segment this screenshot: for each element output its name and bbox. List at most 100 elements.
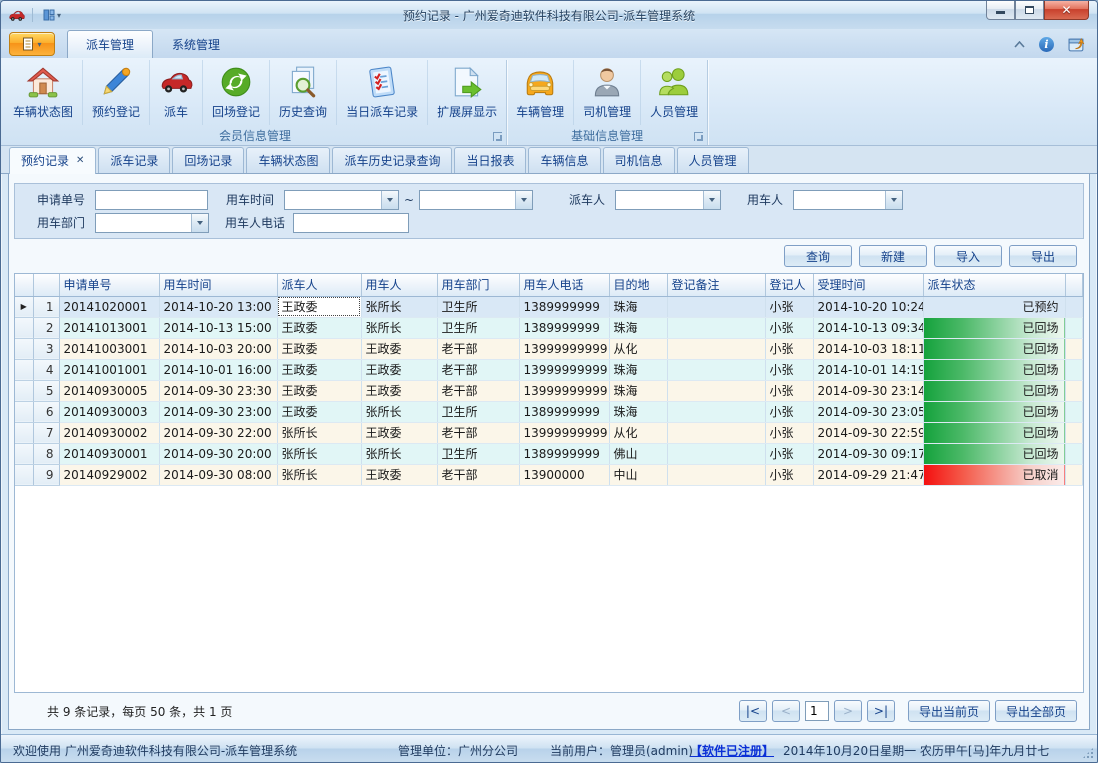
cell-destination[interactable]: 珠海: [609, 359, 667, 380]
col-header-use-time[interactable]: 用车时间: [159, 274, 277, 296]
cell-accept-time[interactable]: 2014-09-30 22:59: [813, 422, 923, 443]
col-header-registrar[interactable]: 登记人: [765, 274, 813, 296]
cell-dept[interactable]: 老干部: [437, 464, 519, 485]
cell-dept[interactable]: 卫生所: [437, 401, 519, 422]
row-indicator-cell[interactable]: [15, 359, 33, 380]
cell-dispatcher[interactable]: 张所长: [277, 443, 361, 464]
ribbon-button[interactable]: 回场登记: [203, 60, 270, 125]
table-row[interactable]: 7 20140930002 2014-09-30 22:00 张所长 王政委 老…: [15, 422, 1083, 443]
cell-destination[interactable]: 中山: [609, 464, 667, 485]
row-indicator-cell[interactable]: ▶: [15, 296, 33, 317]
cell-use-time[interactable]: 2014-10-03 20:00: [159, 338, 277, 359]
cell-order-no[interactable]: 20140930003: [59, 401, 159, 422]
dropdown-button[interactable]: [703, 191, 720, 209]
cell-status[interactable]: 已预约: [923, 296, 1065, 317]
application-menu-button[interactable]: ▾: [9, 32, 55, 56]
cell-phone[interactable]: 1389999999: [519, 443, 609, 464]
cell-car-user[interactable]: 王政委: [361, 380, 437, 401]
use-time-from-combobox[interactable]: [284, 190, 399, 210]
car-user-combobox[interactable]: [793, 190, 903, 210]
cell-car-user[interactable]: 王政委: [361, 422, 437, 443]
cell-destination[interactable]: 珠海: [609, 401, 667, 422]
row-number-cell[interactable]: 6: [33, 401, 59, 422]
new-button[interactable]: 新建: [859, 245, 927, 267]
cell-car-user[interactable]: 张所长: [361, 317, 437, 338]
table-row[interactable]: 5 20140930005 2014-09-30 23:30 王政委 王政委 老…: [15, 380, 1083, 401]
row-indicator-cell[interactable]: [15, 401, 33, 422]
cell-car-user[interactable]: 张所长: [361, 401, 437, 422]
cell-destination[interactable]: 佛山: [609, 443, 667, 464]
cell-registrar[interactable]: 小张: [765, 380, 813, 401]
cell-order-no[interactable]: 20141003001: [59, 338, 159, 359]
cell-use-time[interactable]: 2014-09-30 20:00: [159, 443, 277, 464]
dispatcher-input[interactable]: [616, 191, 703, 209]
col-header-remark[interactable]: 登记备注: [667, 274, 765, 296]
cell-accept-time[interactable]: 2014-09-30 23:14: [813, 380, 923, 401]
first-page-button[interactable]: |<: [739, 700, 767, 722]
ribbon-button[interactable]: 预约登记: [83, 60, 150, 125]
cell-phone[interactable]: 1389999999: [519, 401, 609, 422]
cell-remark[interactable]: [667, 464, 765, 485]
cell-remark[interactable]: [667, 443, 765, 464]
col-header-dept[interactable]: 用车部门: [437, 274, 519, 296]
next-page-button[interactable]: >: [834, 700, 862, 722]
cell-accept-time[interactable]: 2014-09-30 23:05: [813, 401, 923, 422]
cell-registrar[interactable]: 小张: [765, 296, 813, 317]
col-header-car-user[interactable]: 用车人: [361, 274, 437, 296]
info-icon[interactable]: i: [1039, 37, 1054, 52]
col-header-accept-time[interactable]: 受理时间: [813, 274, 923, 296]
cell-use-time[interactable]: 2014-10-13 15:00: [159, 317, 277, 338]
col-header-destination[interactable]: 目的地: [609, 274, 667, 296]
cell-dept[interactable]: 老干部: [437, 338, 519, 359]
col-header-order-no[interactable]: 申请单号: [59, 274, 159, 296]
document-tab[interactable]: 派车记录: [98, 147, 170, 173]
cell-dispatcher[interactable]: 王政委: [277, 296, 361, 317]
export-all-pages-button[interactable]: 导出全部页: [995, 700, 1077, 722]
about-icon[interactable]: [1068, 36, 1085, 53]
cell-dispatcher[interactable]: 王政委: [277, 359, 361, 380]
cell-dept[interactable]: 老干部: [437, 422, 519, 443]
cell-use-time[interactable]: 2014-09-30 22:00: [159, 422, 277, 443]
minimize-button[interactable]: [986, 1, 1015, 20]
dropdown-button[interactable]: [191, 214, 208, 232]
restore-button[interactable]: [1015, 1, 1044, 20]
cell-registrar[interactable]: 小张: [765, 422, 813, 443]
dropdown-button[interactable]: [885, 191, 902, 209]
cell-order-no[interactable]: 20140930001: [59, 443, 159, 464]
ribbon-button[interactable]: 车辆管理: [507, 60, 574, 125]
cell-car-user[interactable]: 王政委: [361, 464, 437, 485]
cell-dept[interactable]: 老干部: [437, 380, 519, 401]
col-header-status[interactable]: 派车状态: [923, 274, 1065, 296]
collapse-ribbon-icon[interactable]: [1014, 41, 1025, 48]
row-number-cell[interactable]: 5: [33, 380, 59, 401]
cell-accept-time[interactable]: 2014-10-01 14:19: [813, 359, 923, 380]
cell-status[interactable]: 已回场: [923, 338, 1065, 359]
cell-dept[interactable]: 卫生所: [437, 443, 519, 464]
export-button[interactable]: 导出: [1009, 245, 1077, 267]
cell-car-user[interactable]: 王政委: [361, 359, 437, 380]
cell-remark[interactable]: [667, 422, 765, 443]
table-row[interactable]: 4 20141001001 2014-10-01 16:00 王政委 王政委 老…: [15, 359, 1083, 380]
dispatcher-combobox[interactable]: [615, 190, 721, 210]
cell-dispatcher[interactable]: 王政委: [277, 380, 361, 401]
cell-destination[interactable]: 珠海: [609, 317, 667, 338]
table-row[interactable]: 8 20140930001 2014-09-30 20:00 张所长 张所长 卫…: [15, 443, 1083, 464]
row-number-cell[interactable]: 1: [33, 296, 59, 317]
ribbon-button[interactable]: 司机管理: [574, 60, 641, 125]
prev-page-button[interactable]: <: [772, 700, 800, 722]
cell-phone[interactable]: 13999999999: [519, 422, 609, 443]
ribbon-button[interactable]: 当日派车记录: [337, 60, 428, 125]
row-number-cell[interactable]: 8: [33, 443, 59, 464]
cell-phone[interactable]: 13999999999: [519, 359, 609, 380]
cell-destination[interactable]: 从化: [609, 422, 667, 443]
import-button[interactable]: 导入: [934, 245, 1002, 267]
cell-status[interactable]: 已回场: [923, 359, 1065, 380]
cell-car-user[interactable]: 王政委: [361, 338, 437, 359]
ribbon-tab[interactable]: 系统管理: [153, 30, 239, 58]
cell-phone[interactable]: 13999999999: [519, 380, 609, 401]
cell-destination[interactable]: 珠海: [609, 296, 667, 317]
document-tab[interactable]: 派车历史记录查询: [332, 147, 452, 173]
table-row[interactable]: 3 20141003001 2014-10-03 20:00 王政委 王政委 老…: [15, 338, 1083, 359]
cell-destination[interactable]: 珠海: [609, 380, 667, 401]
dept-combobox[interactable]: [95, 213, 209, 233]
